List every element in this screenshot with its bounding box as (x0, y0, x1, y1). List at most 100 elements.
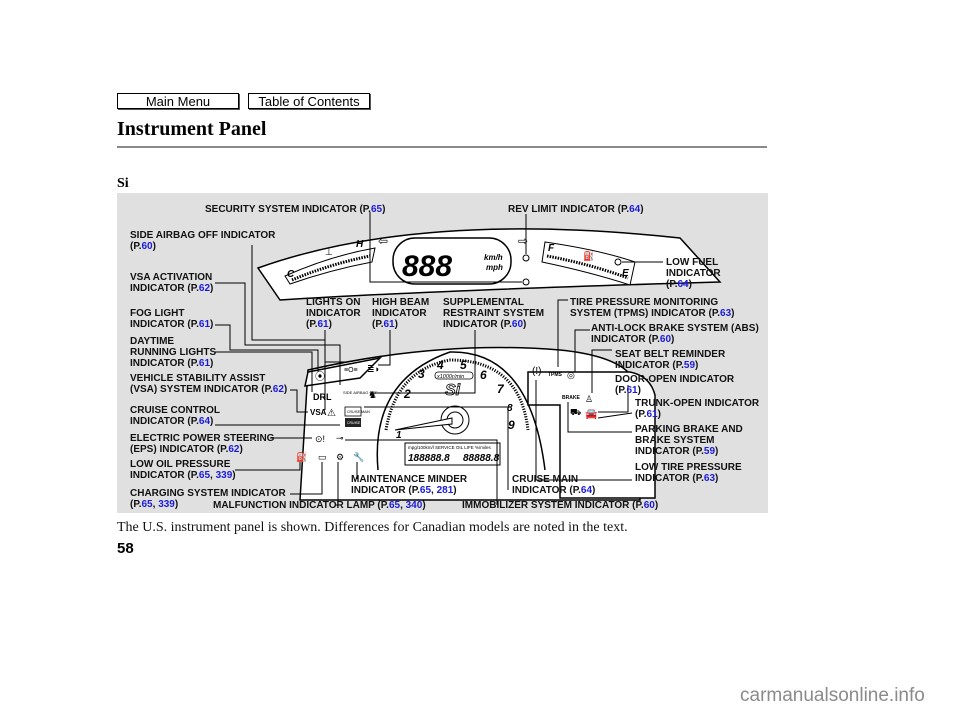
page-reference-link[interactable]: 60 (660, 334, 671, 345)
label-trunk-open: TRUNK-OPEN INDICATOR (P.61) (635, 398, 760, 420)
speed-digits: 888 (402, 250, 452, 283)
label-low-oil: LOW OIL PRESSURE INDICATOR (P.65, 339) (130, 459, 236, 481)
page-reference-link[interactable]: 65 (420, 485, 431, 496)
coolant-temp-icon: ⊥ (325, 247, 333, 257)
drl-label: DRL (313, 392, 332, 402)
tach-3: 3 (418, 367, 425, 381)
page-reference-link[interactable]: 63 (704, 473, 715, 484)
rev-limit-lamp (522, 254, 530, 262)
check-engine-icon: ⚙ (336, 452, 344, 462)
label-door-open: DOOR-OPEN INDICATOR (P.61) (615, 374, 735, 396)
temp-hot-mark: H (356, 239, 364, 250)
page-reference-link[interactable]: 64 (199, 416, 210, 427)
seat-belt-icon: ♙ (585, 394, 593, 404)
page-reference-link[interactable]: 64 (629, 204, 640, 215)
si-badge: Si (445, 382, 461, 399)
page-reference-link[interactable]: 65 (199, 470, 210, 481)
page-reference-link[interactable]: 61 (384, 319, 395, 330)
label-low-fuel: LOW FUEL INDICATOR (P.64) (666, 257, 721, 290)
odometer-header: mpg/100km/l SERVICE OIL LIFE %/miles (408, 445, 492, 450)
page-reference-link[interactable]: 63 (720, 308, 731, 319)
page-reference-link[interactable]: 59 (704, 446, 715, 457)
page-reference-link[interactable]: 60 (644, 500, 655, 511)
low-fuel-lamp (614, 258, 622, 266)
vsa-label: VSA (310, 408, 327, 417)
page-reference-link[interactable]: 61 (627, 385, 638, 396)
label-mil: MALFUNCTION INDICATOR LAMP (P.65, 340) (213, 500, 426, 511)
fuel-full-mark: F (548, 243, 555, 254)
immobilizer-icon: ⊸ (336, 433, 344, 443)
page-reference-link[interactable]: 61 (199, 319, 210, 330)
label-tpms: TIRE PRESSURE MONITORING SYSTEM (TPMS) IN… (570, 297, 735, 319)
tach-5: 5 (460, 358, 467, 372)
left-turn-signal-icon: ⇦ (378, 234, 388, 248)
page-reference-link[interactable]: 64 (581, 485, 592, 496)
page-reference-link[interactable]: 61 (199, 358, 210, 369)
label-lights-on: LIGHTS ON INDICATOR (P.61) (306, 297, 361, 330)
label-high-beam: HIGH BEAM INDICATOR (P.61) (372, 297, 430, 330)
trip-digits: 88888.8 (463, 453, 500, 464)
wrench-icon: 🔧 (353, 451, 364, 462)
label-maintenance-minder: MAINTENANCE MINDER INDICATOR (P.65, 281) (351, 474, 468, 496)
label-low-tire: LOW TIRE PRESSURE INDICATOR (P.63) (635, 462, 742, 484)
page-reference-link[interactable]: 65 (371, 204, 382, 215)
speedometer-display: 888 km/h mph (392, 237, 512, 285)
fuel-pump-icon: ⛽ (583, 250, 594, 261)
srs-icon: ♞ (368, 390, 377, 401)
page-reference-link[interactable]: 64 (678, 279, 689, 290)
watermark: carmanualsonline.info (740, 685, 925, 706)
page-reference-link[interactable]: 62 (228, 444, 239, 455)
cruise-main-text: CRUISE MAIN (347, 410, 370, 414)
label-drl: DAYTIME RUNNING LIGHTS INDICATOR (P.61) (130, 336, 217, 369)
speed-unit-kmh: km/h (484, 253, 503, 262)
page-reference-link[interactable]: 60 (142, 241, 153, 252)
speed-unit-mph: mph (486, 263, 503, 272)
temp-cold-mark: C (287, 269, 295, 280)
label-cruise-control: CRUISE CONTROL INDICATOR (P.64) (130, 405, 220, 427)
page-reference-link[interactable]: 59 (684, 360, 695, 371)
page-reference-link[interactable]: 62 (273, 384, 284, 395)
oil-pressure-icon: ⛽ (296, 451, 307, 462)
vsa-activation-icon: ⚠ (327, 408, 336, 419)
odometer-display: mpg/100km/l SERVICE OIL LIFE %/miles 188… (404, 442, 501, 466)
abs-icon: ◎ (567, 370, 575, 380)
tach-unit: x1000r/min (436, 374, 464, 380)
fog-light-icon: ⦿ (315, 371, 325, 383)
label-seat-belt: SEAT BELT REMINDER INDICATOR (P.59) (615, 349, 726, 371)
fuel-empty-mark: E (622, 268, 629, 279)
label-parking-brake: PARKING BRAKE AND BRAKE SYSTEM INDICATOR (… (635, 424, 743, 457)
page-reference-link[interactable]: 62 (199, 283, 210, 294)
door-open-icon: ⛟ (570, 407, 581, 417)
page-reference-link[interactable]: 339 (216, 470, 233, 481)
label-immobilizer: IMMOBILIZER SYSTEM INDICATOR (P.60) (462, 500, 659, 511)
page-reference-link[interactable]: 65 (389, 500, 400, 511)
brake-label: BRAKE (562, 395, 580, 401)
page-reference-link[interactable]: 61 (318, 319, 329, 330)
label-cruise-main: CRUISE MAIN INDICATOR (P.64) (512, 474, 596, 496)
page-reference-link[interactable]: 60 (512, 319, 523, 330)
eps-icon: ⊙! (315, 434, 325, 444)
label-fog-light: FOG LIGHT INDICATOR (P.61) (130, 308, 214, 330)
page-reference-link[interactable]: 281 (437, 485, 454, 496)
label-srs: SUPPLEMENTAL RESTRAINT SYSTEM INDICATOR (P… (443, 297, 545, 330)
odometer-digits: 188888.8 (408, 453, 450, 464)
label-vsa-system: VEHICLE STABILITY ASSIST (VSA) SYSTEM IND… (130, 373, 288, 395)
label-side-airbag-off: SIDE AIRBAG OFF INDICATOR (P.60) (130, 230, 276, 252)
tpms-label: TPMS (548, 372, 563, 378)
tach-1: 1 (396, 430, 402, 441)
cruise-control-text: CRUISE CONTROL (347, 421, 378, 425)
low-tire-pressure-icon: (!) (532, 366, 541, 377)
label-rev-limit: REV LIMIT INDICATOR (P.64) (508, 204, 644, 215)
page-reference-link[interactable]: 339 (158, 499, 175, 510)
tach-2: 2 (403, 387, 411, 401)
page-number: 58 (117, 540, 134, 557)
battery-icon: ▭ (318, 452, 327, 462)
tach-4: 4 (436, 358, 444, 372)
diagram-caption: The U.S. instrument panel is shown. Diff… (117, 520, 628, 535)
page-reference-link[interactable]: 340 (406, 500, 423, 511)
page-reference-link[interactable]: 61 (647, 409, 658, 420)
label-abs: ANTI-LOCK BRAKE SYSTEM (ABS) INDICATOR (P… (591, 323, 759, 345)
right-turn-signal-icon: ⇨ (518, 234, 528, 248)
page-reference-link[interactable]: 65 (142, 499, 153, 510)
label-eps: ELECTRIC POWER STEERING (EPS) INDICATOR (… (130, 433, 275, 455)
